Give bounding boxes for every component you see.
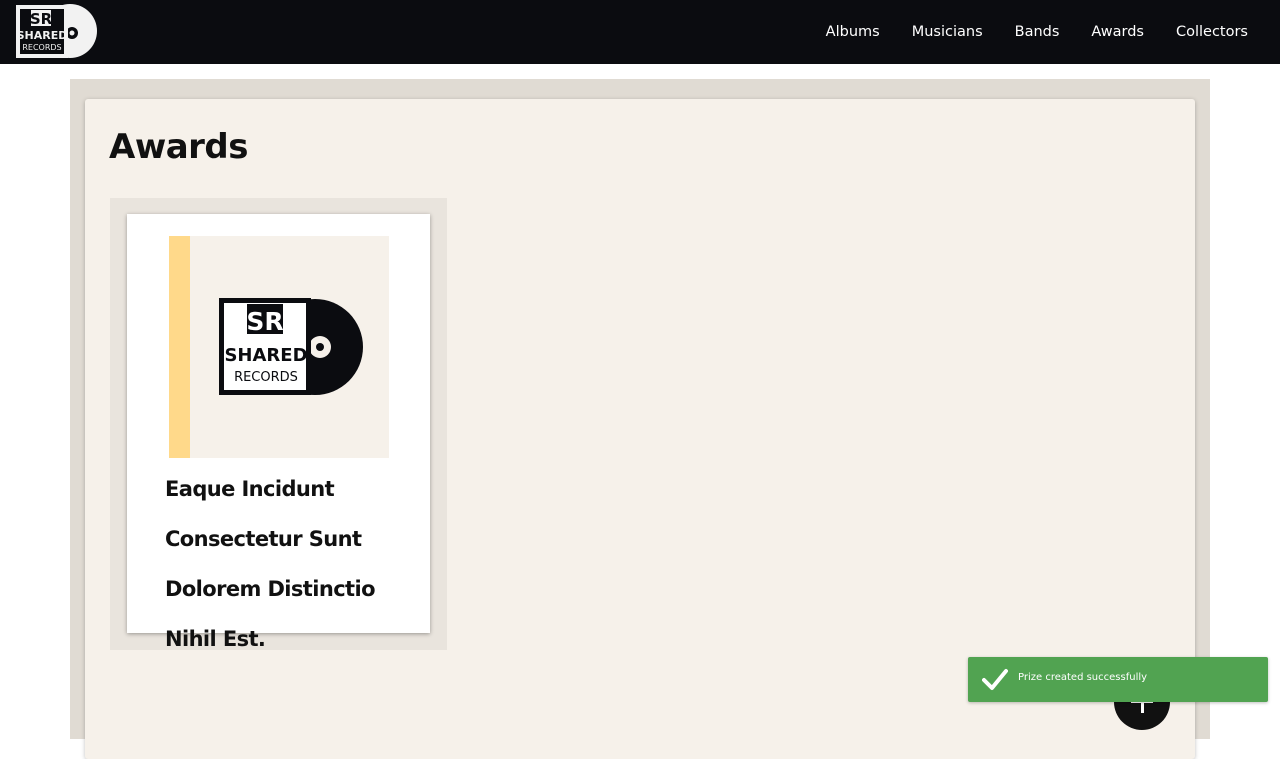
check-icon [982, 669, 1008, 690]
accent-stripe [169, 236, 190, 458]
page-title: Awards [109, 127, 249, 167]
main-container: Awards SR SHARED RECORDS Eaque Incidunt … [70, 79, 1210, 759]
success-toast[interactable]: Prize created successfully [968, 657, 1268, 702]
nav-link-awards[interactable]: Awards [1075, 0, 1160, 64]
award-name[interactable]: Eaque Incidunt Consectetur Sunt Dolorem … [165, 464, 415, 664]
nav-link-albums[interactable]: Albums [810, 0, 896, 64]
svg-text:RECORDS: RECORDS [22, 43, 61, 52]
svg-text:SR: SR [30, 10, 53, 28]
shared-records-logo: SR SHARED RECORDS [219, 298, 363, 395]
nav-links: Albums Musicians Bands Awards Collectors [810, 0, 1264, 64]
svg-text:RECORDS: RECORDS [234, 370, 298, 385]
svg-text:SHARED: SHARED [17, 29, 68, 42]
top-navbar: SR SHARED RECORDS Albums Musicians Bands… [0, 0, 1280, 64]
nav-link-collectors[interactable]: Collectors [1160, 0, 1264, 64]
svg-text:SHARED: SHARED [224, 345, 307, 366]
award-grid-cell: SR SHARED RECORDS Eaque Incidunt Consect… [110, 198, 447, 651]
svg-text:SR: SR [246, 307, 283, 336]
award-image: SR SHARED RECORDS [169, 236, 389, 458]
shared-records-logo[interactable]: SR SHARED RECORDS [16, 4, 100, 60]
nav-link-bands[interactable]: Bands [999, 0, 1076, 64]
award-card[interactable]: SR SHARED RECORDS Eaque Incidunt Consect… [127, 214, 430, 651]
nav-link-musicians[interactable]: Musicians [896, 0, 999, 64]
toast-message: Prize created successfully [1018, 672, 1148, 683]
